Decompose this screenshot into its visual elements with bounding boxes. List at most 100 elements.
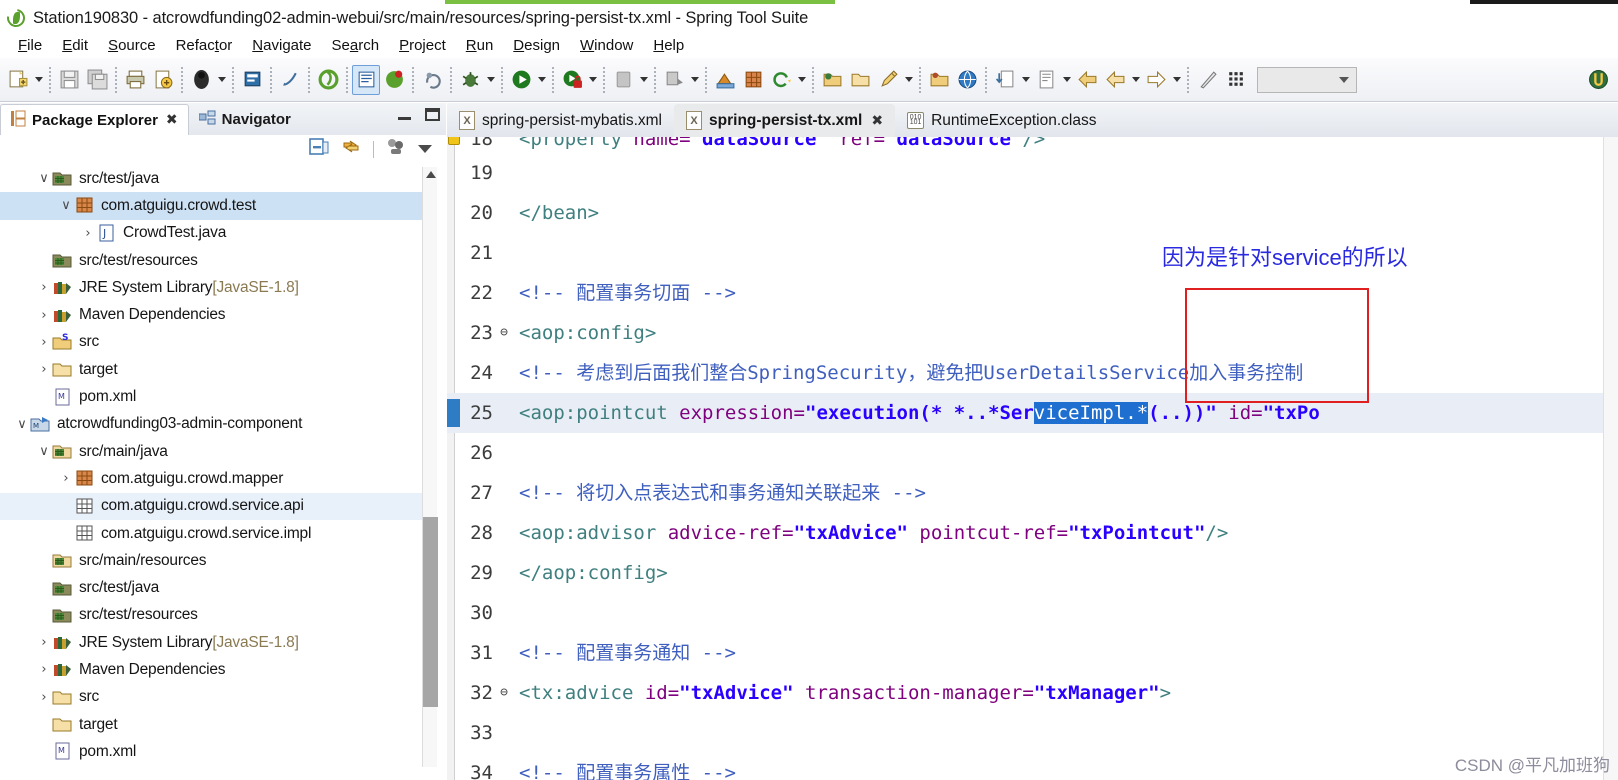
- chevron-right-icon[interactable]: ›: [36, 335, 52, 350]
- export-icon[interactable]: [149, 65, 177, 95]
- menu-item-navigate[interactable]: Navigate: [242, 36, 321, 55]
- run-dropdown[interactable]: [535, 65, 548, 95]
- menu-item-help[interactable]: Help: [643, 36, 694, 55]
- step-dropdown[interactable]: [688, 65, 701, 95]
- code-line[interactable]: 25 <aop:pointcut expression="execution(*…: [447, 393, 1618, 433]
- annotation-dropdown[interactable]: [1060, 65, 1073, 95]
- tree-item[interactable]: src/test/resources: [0, 602, 425, 629]
- chevron-down-icon[interactable]: ∨: [14, 417, 30, 432]
- warning-marker-icon[interactable]: [448, 137, 460, 145]
- code-line[interactable]: 34 <!-- 配置事务属性 -->: [447, 753, 1618, 780]
- new-wizard-dropdown[interactable]: [32, 65, 45, 95]
- boot-dashboard-icon[interactable]: [314, 65, 342, 95]
- save-all-icon[interactable]: [83, 65, 111, 95]
- code-line[interactable]: 20 </bean>: [447, 193, 1618, 233]
- code-line[interactable]: 27 <!-- 将切入点表达式和事务通知关联起来 -->: [447, 473, 1618, 513]
- spring-icon[interactable]: [380, 65, 408, 95]
- back-icon[interactable]: [1073, 65, 1101, 95]
- chevron-right-icon[interactable]: ›: [58, 471, 74, 486]
- tree-item[interactable]: src/main/resources: [0, 547, 425, 574]
- new-folder-icon[interactable]: [818, 65, 846, 95]
- close-icon[interactable]: ✖: [166, 112, 178, 128]
- editor-tab-spring-persist-tx[interactable]: X spring-persist-tx.xml ✖: [674, 104, 896, 137]
- tree-scrollbar[interactable]: [422, 167, 438, 767]
- code-editor[interactable]: 18 <property name="dataSource" ref="data…: [447, 137, 1618, 780]
- code-line[interactable]: 24 <!-- 考虑到后面我们整合SpringSecurity，避免把UserD…: [447, 353, 1618, 393]
- maximize-button[interactable]: [425, 108, 440, 121]
- filter-icon[interactable]: [386, 137, 406, 161]
- forward-dropdown[interactable]: [1170, 65, 1183, 95]
- print-icon[interactable]: [121, 65, 149, 95]
- tree-item[interactable]: › Maven Dependencies: [0, 301, 425, 328]
- project-tree[interactable]: ∨ src/test/java ∨ com.atguigu.crowd.test › J C…: [0, 165, 425, 780]
- close-icon[interactable]: ✖: [871, 113, 883, 129]
- pencil-icon[interactable]: [874, 65, 902, 95]
- tree-item[interactable]: ∨ com.atguigu.crowd.test: [0, 192, 425, 220]
- run-icon[interactable]: [507, 65, 535, 95]
- chevron-right-icon[interactable]: ›: [80, 226, 96, 241]
- tree-item[interactable]: › JRE System Library [JavaSE-1.8]: [0, 629, 425, 656]
- menu-item-search[interactable]: Search: [322, 36, 390, 55]
- run-secure-dropdown[interactable]: [586, 65, 599, 95]
- chevron-right-icon[interactable]: ›: [36, 662, 52, 677]
- annotation-icon[interactable]: [1032, 65, 1060, 95]
- forward-icon[interactable]: [1142, 65, 1170, 95]
- open-type-icon[interactable]: [352, 64, 380, 95]
- fold-collapse-icon[interactable]: ⊖: [495, 313, 513, 353]
- tree-item[interactable]: com.atguigu.crowd.service.api: [0, 492, 425, 520]
- editor-tab-runtime-exception[interactable]: 010 101 RuntimeException.class: [895, 104, 1108, 137]
- perspective-icon[interactable]: [1584, 65, 1612, 95]
- reload-icon[interactable]: [418, 65, 446, 95]
- tab-package-explorer[interactable]: Package Explorer ✖: [0, 104, 189, 135]
- menu-item-edit[interactable]: Edit: [52, 36, 98, 55]
- minimize-button[interactable]: [398, 117, 411, 120]
- menu-item-run[interactable]: Run: [456, 36, 504, 55]
- tree-item[interactable]: › target: [0, 356, 425, 383]
- prev-icon[interactable]: [1101, 65, 1129, 95]
- person-icon[interactable]: [187, 65, 215, 95]
- run-secure-icon[interactable]: [558, 65, 586, 95]
- new-wizard-icon[interactable]: [4, 65, 32, 95]
- menu-item-design[interactable]: Design: [503, 36, 570, 55]
- code-line[interactable]: 31 <!-- 配置事务通知 -->: [447, 633, 1618, 673]
- tree-item[interactable]: › Maven Dependencies: [0, 656, 425, 683]
- refresh-dropdown[interactable]: [795, 65, 808, 95]
- perspective-combo[interactable]: [1257, 66, 1357, 93]
- debug-icon[interactable]: [456, 65, 484, 95]
- tree-item[interactable]: ∨ src/main/java: [0, 438, 425, 465]
- tree-item[interactable]: Mpom.xml: [0, 738, 425, 765]
- link-with-editor-icon[interactable]: [341, 137, 361, 161]
- code-line[interactable]: 19: [447, 153, 1618, 193]
- code-line[interactable]: 32 ⊖ <tx:advice id="txAdvice" transaction…: [447, 673, 1618, 713]
- code-line[interactable]: 30: [447, 593, 1618, 633]
- tree-item[interactable]: › com.atguigu.crowd.mapper: [0, 465, 425, 492]
- menu-item-refactor[interactable]: Refactor: [166, 36, 243, 55]
- tree-item[interactable]: ∨ Matcrowdfunding03-admin-component: [0, 411, 425, 438]
- code-line[interactable]: 29 </aop:config>: [447, 553, 1618, 593]
- view-menu-icon[interactable]: [418, 145, 432, 153]
- chevron-down-icon[interactable]: ∨: [36, 171, 52, 186]
- stop-icon[interactable]: [609, 65, 637, 95]
- code-line[interactable]: 28 <aop:advisor advice-ref="txAdvice" po…: [447, 513, 1618, 553]
- code-line[interactable]: 33: [447, 713, 1618, 753]
- tree-item[interactable]: Mpom.xml: [0, 383, 425, 410]
- tree-item[interactable]: target: [0, 711, 425, 738]
- tree-item[interactable]: › JRE System Library [JavaSE-1.8]: [0, 274, 425, 301]
- tree-item[interactable]: com.atguigu.crowd.service.impl: [0, 520, 425, 547]
- tree-item[interactable]: src/test/java: [0, 574, 425, 601]
- refresh-icon[interactable]: [767, 65, 795, 95]
- chevron-right-icon[interactable]: ›: [36, 690, 52, 705]
- download-icon[interactable]: [991, 65, 1019, 95]
- menu-item-source[interactable]: Source: [98, 36, 166, 55]
- tree-item[interactable]: › src: [0, 684, 425, 711]
- code-line[interactable]: 18 <property name="dataSource" ref="data…: [447, 137, 1618, 153]
- person-dropdown[interactable]: [215, 65, 228, 95]
- menu-item-project[interactable]: Project: [389, 36, 456, 55]
- step-icon[interactable]: [660, 65, 688, 95]
- debug-dropdown[interactable]: [484, 65, 497, 95]
- download-dropdown[interactable]: [1019, 65, 1032, 95]
- web-icon[interactable]: [953, 65, 981, 95]
- fold-collapse-icon[interactable]: ⊖: [495, 673, 513, 713]
- stop-dropdown[interactable]: [637, 65, 650, 95]
- package-icon[interactable]: [925, 65, 953, 95]
